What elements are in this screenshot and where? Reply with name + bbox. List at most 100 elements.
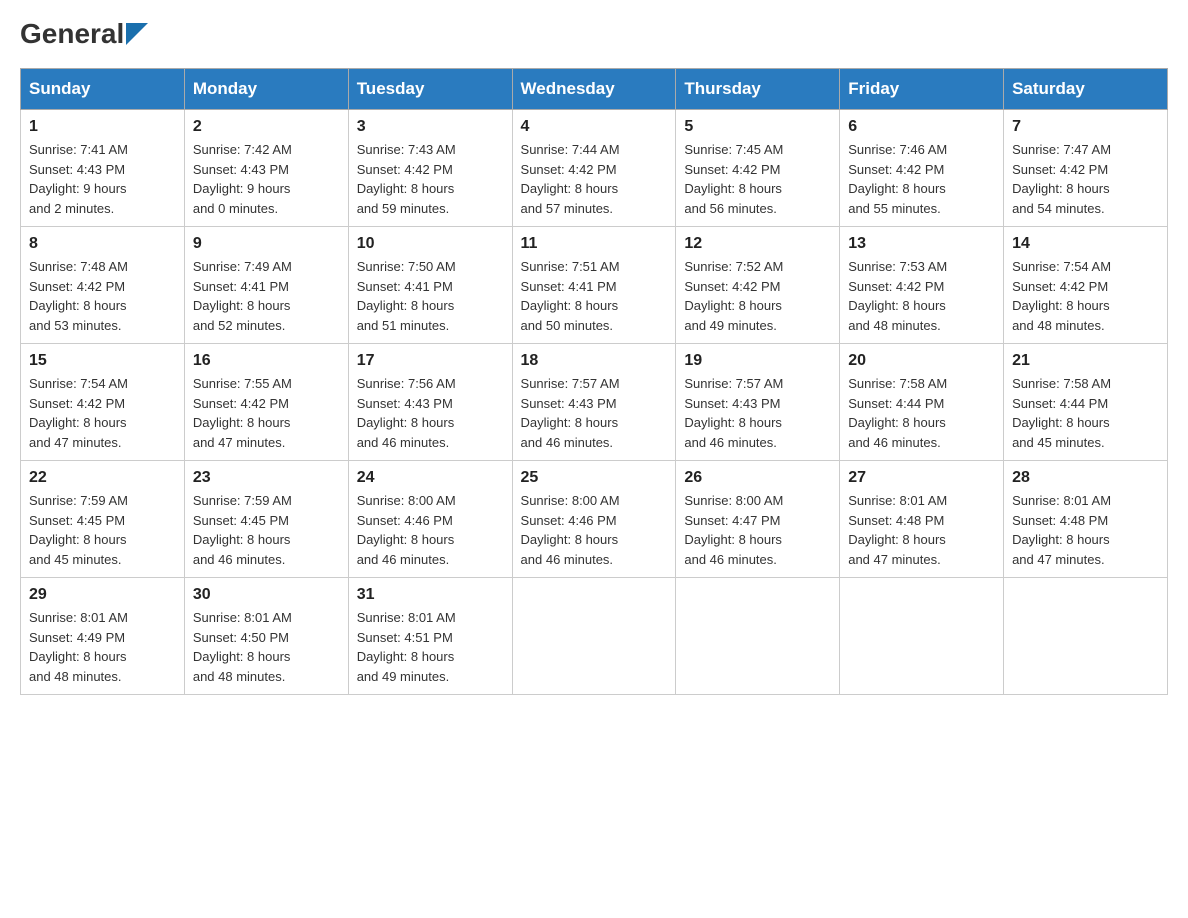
calendar-cell: 12 Sunrise: 7:52 AMSunset: 4:42 PMDayligh… xyxy=(676,227,840,344)
calendar-cell: 14 Sunrise: 7:54 AMSunset: 4:42 PMDayligh… xyxy=(1004,227,1168,344)
day-number: 10 xyxy=(357,235,504,253)
calendar-cell xyxy=(676,578,840,695)
week-row-1: 1 Sunrise: 7:41 AMSunset: 4:43 PMDaylight… xyxy=(21,110,1168,227)
calendar-cell: 22Sunrise: 7:59 AMSunset: 4:45 PMDayligh… xyxy=(21,461,185,578)
calendar-cell: 20 Sunrise: 7:58 AMSunset: 4:44 PMDayligh… xyxy=(840,344,1004,461)
day-number: 28 xyxy=(1012,469,1159,487)
weekday-header-monday: Monday xyxy=(184,69,348,110)
day-info: Sunrise: 8:01 AMSunset: 4:50 PMDaylight:… xyxy=(193,608,340,686)
day-info: Sunrise: 8:00 AMSunset: 4:46 PMDaylight:… xyxy=(357,491,504,569)
day-number: 21 xyxy=(1012,352,1159,370)
calendar-cell: 6 Sunrise: 7:46 AMSunset: 4:42 PMDaylight… xyxy=(840,110,1004,227)
day-info: Sunrise: 7:53 AMSunset: 4:42 PMDaylight:… xyxy=(848,257,995,335)
day-info: Sunrise: 7:48 AMSunset: 4:42 PMDaylight:… xyxy=(29,257,176,335)
day-info: Sunrise: 7:51 AMSunset: 4:41 PMDaylight:… xyxy=(521,257,668,335)
day-number: 1 xyxy=(29,118,176,136)
day-info: Sunrise: 7:57 AMSunset: 4:43 PMDaylight:… xyxy=(684,374,831,452)
day-number: 14 xyxy=(1012,235,1159,253)
calendar-cell: 9Sunrise: 7:49 AMSunset: 4:41 PMDaylight… xyxy=(184,227,348,344)
day-info: Sunrise: 7:41 AMSunset: 4:43 PMDaylight:… xyxy=(29,140,176,218)
day-number: 15 xyxy=(29,352,176,370)
calendar-cell: 27 Sunrise: 8:01 AMSunset: 4:48 PMDayligh… xyxy=(840,461,1004,578)
calendar-header-row: SundayMondayTuesdayWednesdayThursdayFrid… xyxy=(21,69,1168,110)
day-number: 26 xyxy=(684,469,831,487)
day-number: 24 xyxy=(357,469,504,487)
week-row-4: 22 Sunrise: 7:59 AMSunset: 4:45 PMDayligh… xyxy=(21,461,1168,578)
weekday-header-friday: Friday xyxy=(840,69,1004,110)
calendar-table: SundayMondayTuesdayWednesdayThursdayFrid… xyxy=(20,68,1168,695)
weekday-header-sunday: Sunday xyxy=(21,69,185,110)
day-info: Sunrise: 7:58 AMSunset: 4:44 PMDaylight:… xyxy=(1012,374,1159,452)
week-row-5: 29 Sunrise: 8:01 AMSunset: 4:49 PMDayligh… xyxy=(21,578,1168,695)
day-info: Sunrise: 7:55 AMSunset: 4:42 PMDaylight:… xyxy=(193,374,340,452)
calendar-cell xyxy=(1004,578,1168,695)
calendar-cell: 17Sunrise: 7:56 AMSunset: 4:43 PMDayligh… xyxy=(348,344,512,461)
week-row-3: 15 Sunrise: 7:54 AMSunset: 4:42 PMDayligh… xyxy=(21,344,1168,461)
day-info: Sunrise: 8:01 AMSunset: 4:49 PMDaylight:… xyxy=(29,608,176,686)
calendar-cell: 30Sunrise: 8:01 AMSunset: 4:50 PMDayligh… xyxy=(184,578,348,695)
day-info: Sunrise: 7:54 AMSunset: 4:42 PMDaylight:… xyxy=(1012,257,1159,335)
calendar-cell: 23 Sunrise: 7:59 AMSunset: 4:45 PMDayligh… xyxy=(184,461,348,578)
day-info: Sunrise: 7:44 AMSunset: 4:42 PMDaylight:… xyxy=(521,140,668,218)
day-info: Sunrise: 8:01 AMSunset: 4:48 PMDaylight:… xyxy=(1012,491,1159,569)
day-info: Sunrise: 8:00 AMSunset: 4:46 PMDaylight:… xyxy=(521,491,668,569)
calendar-cell: 11Sunrise: 7:51 AMSunset: 4:41 PMDayligh… xyxy=(512,227,676,344)
calendar-cell: 15 Sunrise: 7:54 AMSunset: 4:42 PMDayligh… xyxy=(21,344,185,461)
day-info: Sunrise: 7:45 AMSunset: 4:42 PMDaylight:… xyxy=(684,140,831,218)
calendar-cell: 16Sunrise: 7:55 AMSunset: 4:42 PMDayligh… xyxy=(184,344,348,461)
day-number: 25 xyxy=(521,469,668,487)
week-row-2: 8 Sunrise: 7:48 AMSunset: 4:42 PMDaylight… xyxy=(21,227,1168,344)
calendar-cell: 4 Sunrise: 7:44 AMSunset: 4:42 PMDaylight… xyxy=(512,110,676,227)
calendar-cell: 7Sunrise: 7:47 AMSunset: 4:42 PMDaylight… xyxy=(1004,110,1168,227)
day-info: Sunrise: 7:56 AMSunset: 4:43 PMDaylight:… xyxy=(357,374,504,452)
day-number: 12 xyxy=(684,235,831,253)
page-header: General xyxy=(20,20,1168,48)
day-info: Sunrise: 7:59 AMSunset: 4:45 PMDaylight:… xyxy=(193,491,340,569)
logo: General xyxy=(20,20,148,48)
day-info: Sunrise: 7:46 AMSunset: 4:42 PMDaylight:… xyxy=(848,140,995,218)
day-number: 4 xyxy=(521,118,668,136)
calendar-cell: 28 Sunrise: 8:01 AMSunset: 4:48 PMDayligh… xyxy=(1004,461,1168,578)
day-info: Sunrise: 7:52 AMSunset: 4:42 PMDaylight:… xyxy=(684,257,831,335)
calendar-cell: 31Sunrise: 8:01 AMSunset: 4:51 PMDayligh… xyxy=(348,578,512,695)
day-info: Sunrise: 7:50 AMSunset: 4:41 PMDaylight:… xyxy=(357,257,504,335)
calendar-cell: 18 Sunrise: 7:57 AMSunset: 4:43 PMDayligh… xyxy=(512,344,676,461)
day-number: 22 xyxy=(29,469,176,487)
weekday-header-wednesday: Wednesday xyxy=(512,69,676,110)
day-info: Sunrise: 7:49 AMSunset: 4:41 PMDaylight:… xyxy=(193,257,340,335)
day-number: 29 xyxy=(29,586,176,604)
weekday-header-tuesday: Tuesday xyxy=(348,69,512,110)
day-number: 7 xyxy=(1012,118,1159,136)
calendar-cell: 8 Sunrise: 7:48 AMSunset: 4:42 PMDaylight… xyxy=(21,227,185,344)
day-number: 27 xyxy=(848,469,995,487)
day-number: 8 xyxy=(29,235,176,253)
day-info: Sunrise: 7:58 AMSunset: 4:44 PMDaylight:… xyxy=(848,374,995,452)
day-number: 31 xyxy=(357,586,504,604)
calendar-cell: 5 Sunrise: 7:45 AMSunset: 4:42 PMDaylight… xyxy=(676,110,840,227)
logo-triangle-icon xyxy=(126,23,148,45)
day-number: 23 xyxy=(193,469,340,487)
calendar-cell: 25 Sunrise: 8:00 AMSunset: 4:46 PMDayligh… xyxy=(512,461,676,578)
day-info: Sunrise: 7:54 AMSunset: 4:42 PMDaylight:… xyxy=(29,374,176,452)
day-info: Sunrise: 8:00 AMSunset: 4:47 PMDaylight:… xyxy=(684,491,831,569)
weekday-header-thursday: Thursday xyxy=(676,69,840,110)
calendar-cell: 26 Sunrise: 8:00 AMSunset: 4:47 PMDayligh… xyxy=(676,461,840,578)
day-number: 5 xyxy=(684,118,831,136)
day-info: Sunrise: 7:57 AMSunset: 4:43 PMDaylight:… xyxy=(521,374,668,452)
day-info: Sunrise: 8:01 AMSunset: 4:48 PMDaylight:… xyxy=(848,491,995,569)
day-number: 13 xyxy=(848,235,995,253)
day-number: 6 xyxy=(848,118,995,136)
day-number: 2 xyxy=(193,118,340,136)
logo-general: General xyxy=(20,20,124,48)
calendar-cell: 29 Sunrise: 8:01 AMSunset: 4:49 PMDayligh… xyxy=(21,578,185,695)
day-info: Sunrise: 7:42 AMSunset: 4:43 PMDaylight:… xyxy=(193,140,340,218)
calendar-cell xyxy=(512,578,676,695)
day-number: 19 xyxy=(684,352,831,370)
day-number: 3 xyxy=(357,118,504,136)
calendar-cell: 19 Sunrise: 7:57 AMSunset: 4:43 PMDayligh… xyxy=(676,344,840,461)
day-number: 20 xyxy=(848,352,995,370)
calendar-cell: 2 Sunrise: 7:42 AMSunset: 4:43 PMDaylight… xyxy=(184,110,348,227)
day-number: 18 xyxy=(521,352,668,370)
calendar-cell: 10 Sunrise: 7:50 AMSunset: 4:41 PMDayligh… xyxy=(348,227,512,344)
calendar-cell: 3Sunrise: 7:43 AMSunset: 4:42 PMDaylight… xyxy=(348,110,512,227)
